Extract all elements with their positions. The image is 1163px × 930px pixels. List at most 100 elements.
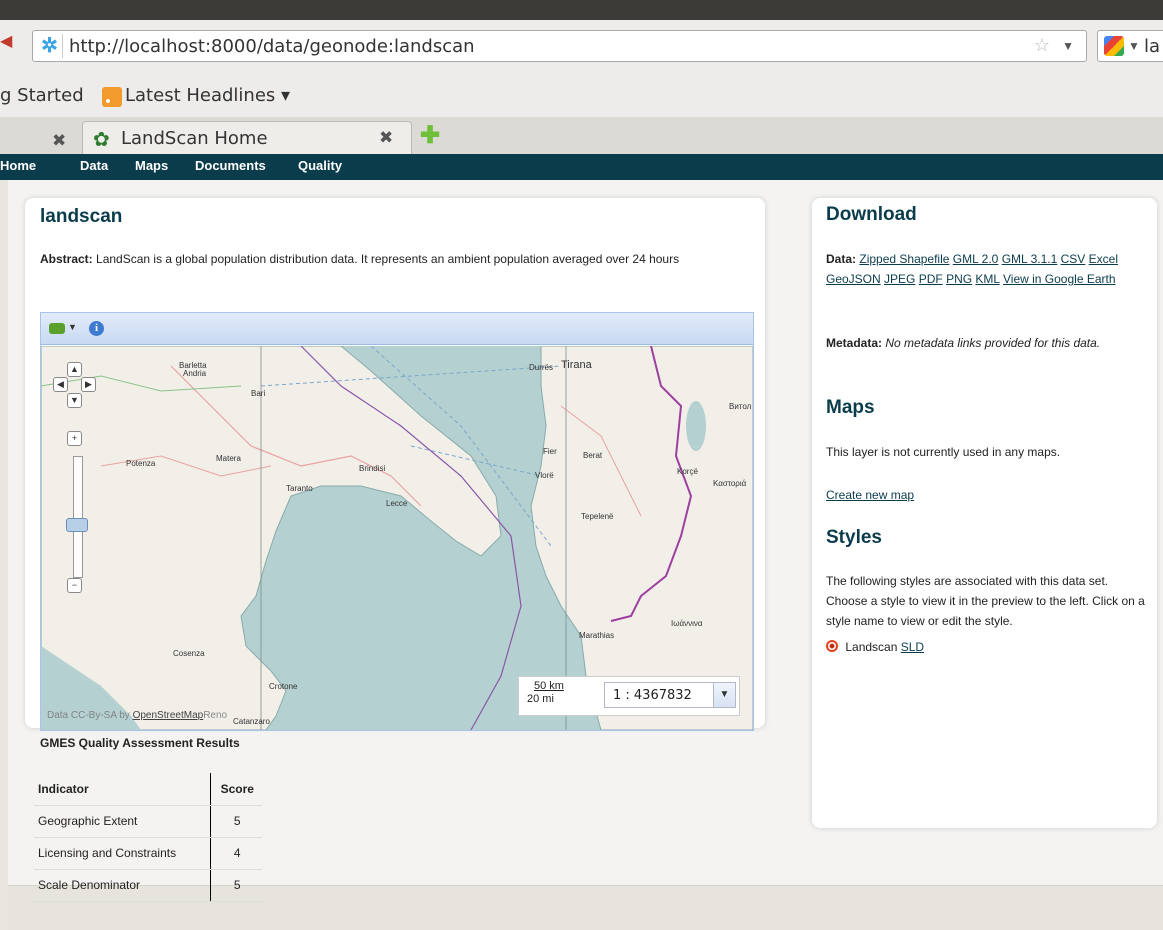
metadata-info: Metadata: No metadata links provided for…: [826, 333, 1146, 353]
quality-table: Indicator Score Geographic Extent 5 Lice…: [34, 773, 262, 902]
score-cell: 5: [209, 869, 262, 902]
place-label: Matera: [216, 454, 241, 463]
nav-maps[interactable]: Maps: [135, 158, 168, 173]
site-identity-icon[interactable]: ✲: [37, 34, 63, 58]
scale-select[interactable]: 1 : 4367832 ▼: [604, 682, 736, 708]
tab-previous[interactable]: ✖: [0, 123, 82, 154]
table-row: Licensing and Constraints 4: [34, 837, 262, 870]
style-name[interactable]: Landscan: [845, 640, 897, 654]
place-label: Tirana: [561, 359, 593, 371]
layers-icon[interactable]: [49, 323, 65, 334]
sidebar-panel: Download Data: Zipped Shapefile GML 2.0 …: [812, 198, 1157, 828]
download-excel-link[interactable]: Excel: [1089, 252, 1118, 266]
styles-text: The following styles are associated with…: [826, 574, 1145, 628]
rss-icon: [102, 87, 122, 107]
place-label: Lecce: [386, 499, 408, 508]
pan-left-button[interactable]: ◀: [53, 377, 68, 392]
download-gml311-link[interactable]: GML 3.1.1: [1002, 252, 1058, 266]
search-input[interactable]: la: [1144, 36, 1160, 57]
close-icon[interactable]: ✖: [379, 128, 393, 148]
abstract-text: LandScan is a global population distribu…: [96, 252, 680, 266]
place-label: Durrës: [529, 363, 553, 372]
place-label: Taranto: [286, 484, 313, 493]
place-label: Cosenza: [173, 649, 205, 658]
url-bar[interactable]: ✲ http://localhost:8000/data/geonode:lan…: [32, 30, 1087, 62]
search-engine-dropdown-icon[interactable]: ▼: [1128, 39, 1140, 53]
download-title: Download: [826, 204, 917, 225]
search-box[interactable]: ▼ la: [1097, 30, 1163, 62]
chevron-down-icon[interactable]: ▼: [713, 683, 735, 707]
score-header: Score: [209, 773, 262, 806]
place-label: Andria: [183, 369, 207, 378]
scale-value[interactable]: 1 : 4367832: [613, 688, 692, 703]
nav-documents[interactable]: Documents: [195, 158, 266, 173]
table-row: Scale Denominator 5: [34, 869, 262, 902]
download-shapefile-link[interactable]: Zipped Shapefile: [859, 252, 949, 266]
scale-mi-label: 20 mi: [527, 693, 554, 705]
view-google-earth-link[interactable]: View in Google Earth: [1003, 272, 1116, 286]
score-cell: 5: [209, 805, 262, 838]
nav-data[interactable]: Data: [80, 158, 108, 173]
geonode-favicon-icon: ✿: [93, 129, 110, 151]
indicator-cell: Geographic Extent: [34, 805, 210, 838]
download-pdf-link[interactable]: PDF: [919, 272, 943, 286]
place-label: Marathias: [579, 631, 614, 640]
nav-quality[interactable]: Quality: [298, 158, 342, 173]
map-tiles[interactable]: Barletta Andria Bari Potenza Matera Tara…: [41, 346, 753, 730]
pan-right-button[interactable]: ▶: [81, 377, 96, 392]
download-kml-link[interactable]: KML: [975, 272, 999, 286]
abstract-label: Abstract:: [40, 252, 93, 266]
zoom-slider-handle[interactable]: [66, 518, 88, 532]
url-text[interactable]: http://localhost:8000/data/geonode:lands…: [69, 36, 475, 57]
zoom-in-button[interactable]: +: [67, 431, 82, 446]
download-png-link[interactable]: PNG: [946, 272, 972, 286]
map-toolbar: ▼ i: [41, 313, 753, 345]
map-canvas[interactable]: Barletta Andria Bari Potenza Matera Tara…: [41, 346, 753, 730]
download-jpeg-link[interactable]: JPEG: [884, 272, 915, 286]
styles-title: Styles: [826, 527, 882, 548]
style-sld-link[interactable]: SLD: [901, 640, 924, 654]
map-preview: ▼ i Barletta Andria Bari Potenza Matera …: [40, 312, 754, 731]
download-links: Data: Zipped Shapefile GML 2.0 GML 3.1.1…: [826, 249, 1146, 289]
place-label: Bитол: [729, 402, 752, 411]
indicator-cell: Licensing and Constraints: [34, 837, 210, 870]
place-label: Potenza: [126, 459, 156, 468]
create-new-map-link[interactable]: Create new map: [826, 488, 914, 502]
window-title-bar: [0, 0, 1163, 20]
lake: [686, 401, 706, 451]
metadata-label: Metadata:: [826, 336, 883, 350]
site-navigation: Home Data Maps Documents Quality: [0, 154, 1163, 180]
nav-home[interactable]: Home: [0, 158, 36, 173]
bookmark-star-icon[interactable]: ☆: [1034, 35, 1050, 56]
bookmark-getting-started[interactable]: g Started: [0, 85, 84, 106]
info-icon[interactable]: i: [89, 321, 104, 336]
place-label: Ιωάννινα: [671, 619, 703, 628]
attribution-suffix: Reno: [203, 710, 228, 721]
new-tab-plus-icon[interactable]: ✚: [420, 121, 440, 150]
place-label: Tepelenë: [581, 512, 614, 521]
download-geojson-link[interactable]: GeoJSON: [826, 272, 881, 286]
zoom-slider[interactable]: [73, 456, 83, 578]
pan-down-button[interactable]: ▼: [67, 393, 82, 408]
download-csv-link[interactable]: CSV: [1061, 252, 1086, 266]
scale-control: 50 km 20 mi 1 : 4367832 ▼: [518, 676, 740, 716]
tab-title: LandScan Home: [121, 128, 268, 149]
place-label: Catanzaro: [233, 717, 270, 726]
pan-up-button[interactable]: ▲: [67, 362, 82, 377]
history-dropdown-icon[interactable]: ▼: [1062, 39, 1074, 53]
map-attribution: Data CC-By-SA by OpenStreetMapReno: [47, 710, 227, 721]
data-label: Data:: [826, 252, 857, 266]
openstreetmap-link[interactable]: OpenStreetMap: [133, 710, 204, 721]
tab-landscan-home[interactable]: ✿ LandScan Home ✖: [82, 121, 412, 154]
search-engine-icon[interactable]: [1104, 36, 1124, 56]
zoom-out-button[interactable]: −: [67, 578, 82, 593]
back-arrow-icon[interactable]: ◀: [0, 32, 12, 52]
download-gml2-link[interactable]: GML 2.0: [953, 252, 999, 266]
place-label: Korçë: [677, 467, 698, 476]
table-header-row: Indicator Score: [34, 773, 262, 806]
layers-dropdown-icon[interactable]: ▼: [68, 322, 77, 332]
close-icon[interactable]: ✖: [52, 131, 66, 151]
bookmark-latest-headlines[interactable]: Latest Headlines ▾: [125, 85, 290, 106]
style-option: Landscan SLD: [826, 637, 1146, 657]
radio-selected-icon[interactable]: [826, 640, 838, 652]
